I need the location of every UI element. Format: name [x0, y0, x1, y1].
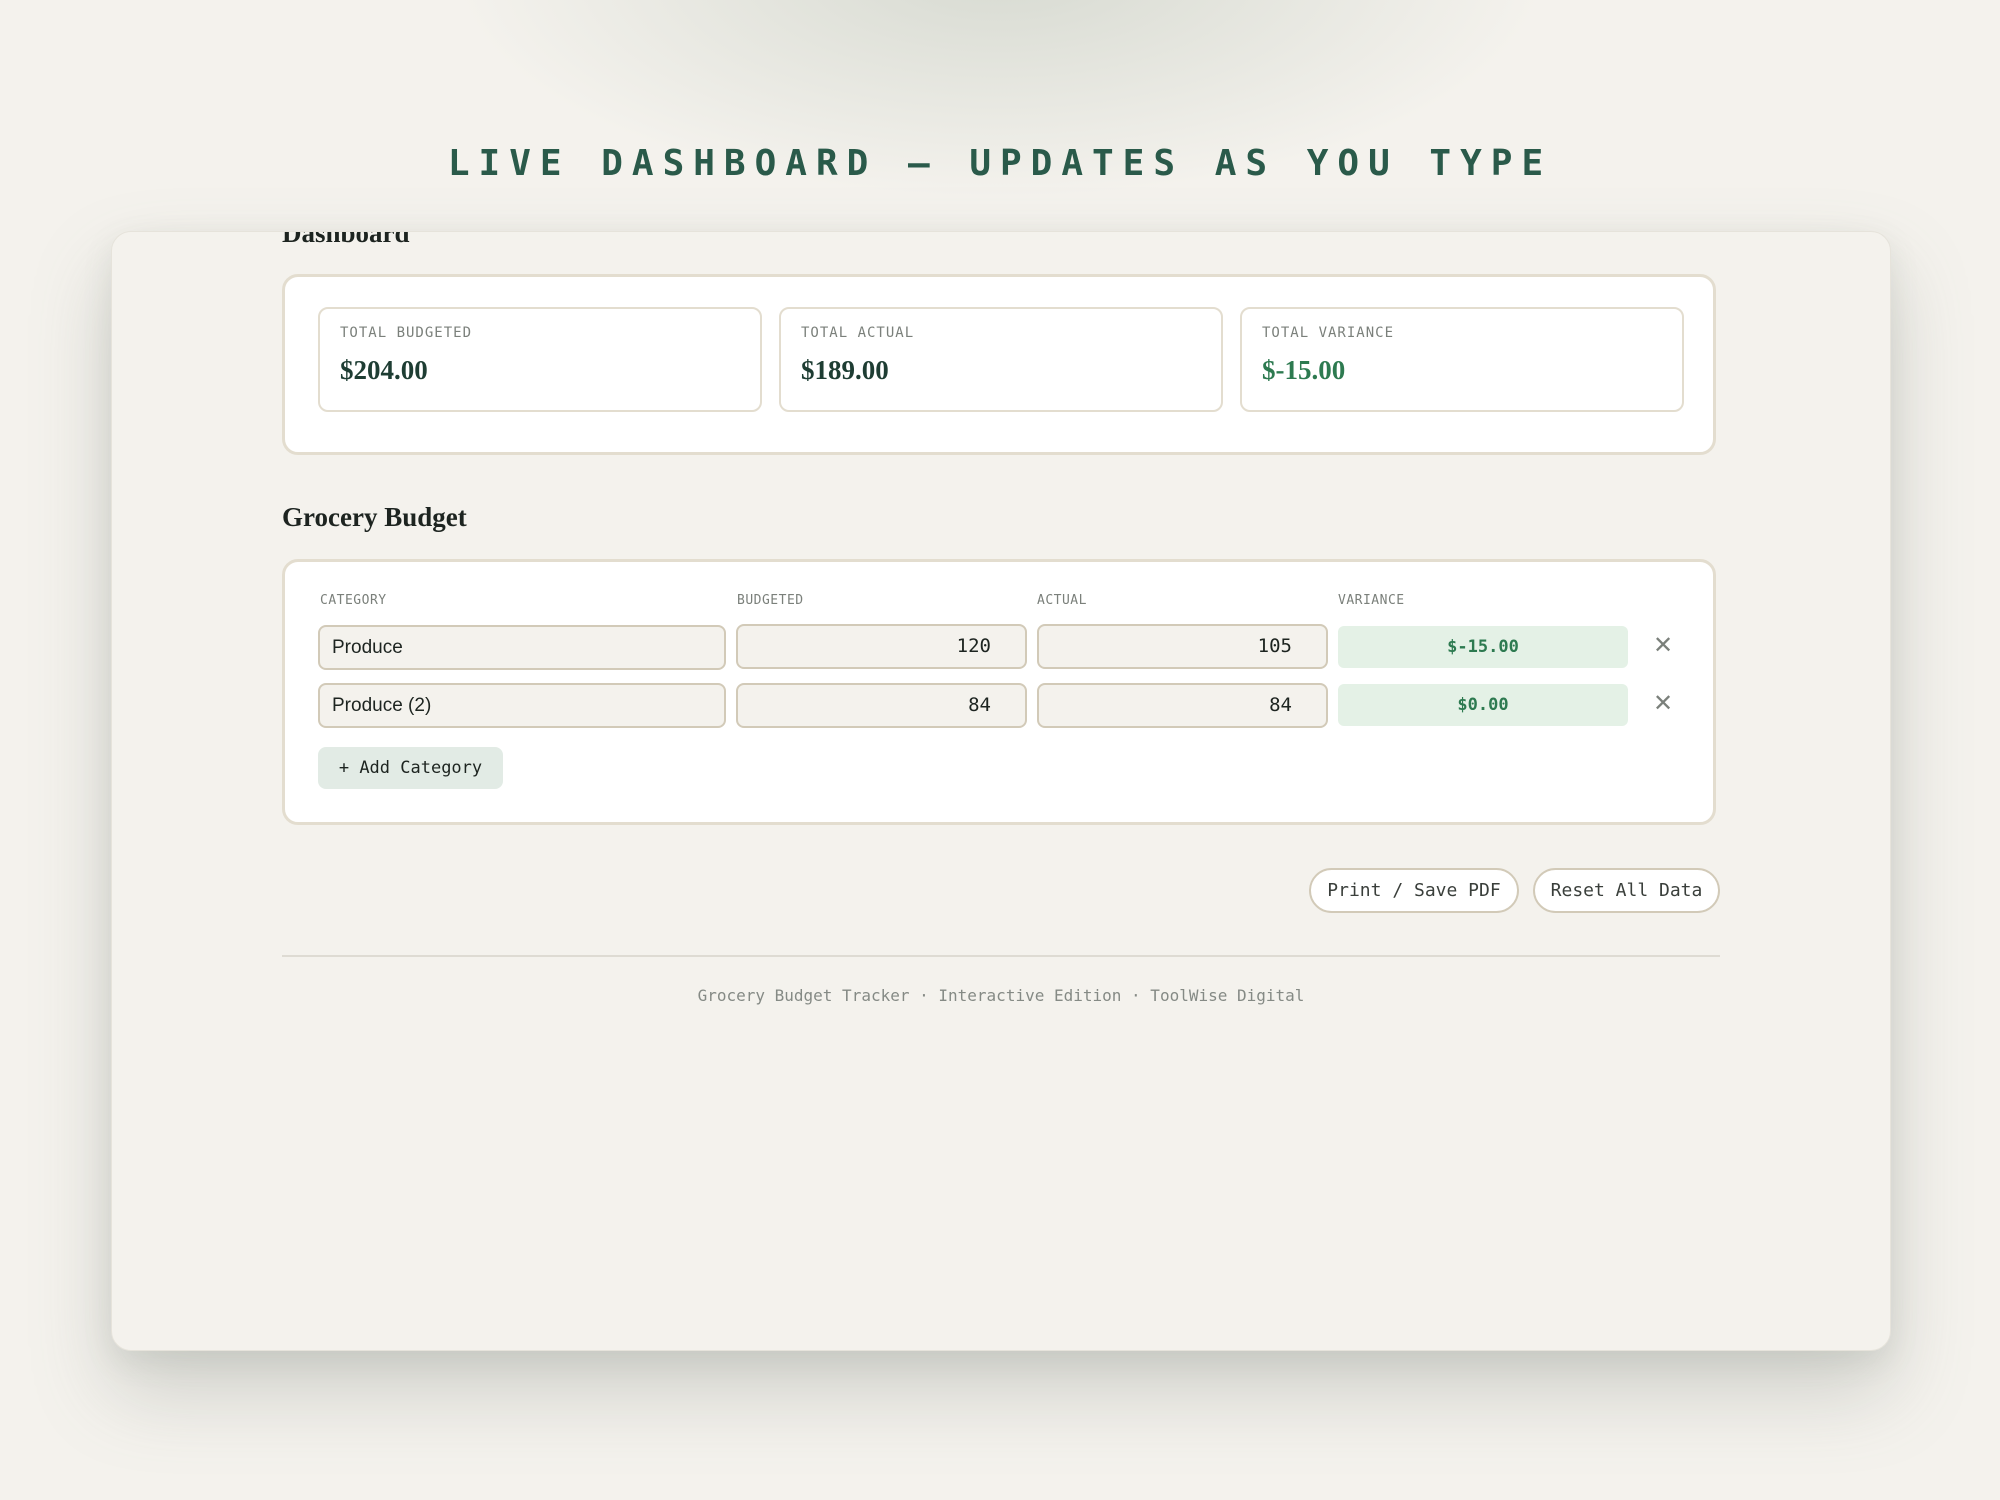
- column-header-variance: VARIANCE: [1338, 593, 1405, 608]
- budgeted-input[interactable]: 120: [736, 624, 1027, 669]
- budget-table-panel: CATEGORY BUDGETED ACTUAL VARIANCE Produc…: [282, 559, 1716, 825]
- footer-text: Grocery Budget Tracker · Interactive Edi…: [697, 986, 1305, 1005]
- column-header-actual: ACTUAL: [1037, 593, 1087, 608]
- total-variance-card: TOTAL VARIANCE $-15.00: [1240, 307, 1684, 412]
- reset-all-data-button[interactable]: Reset All Data: [1533, 868, 1720, 913]
- actual-input[interactable]: 84: [1037, 683, 1328, 728]
- total-variance-label: TOTAL VARIANCE: [1262, 325, 1395, 341]
- total-actual-label: TOTAL ACTUAL: [801, 325, 915, 341]
- live-dashboard-banner: LIVE DASHBOARD — UPDATES AS YOU TYPE: [447, 143, 1553, 184]
- print-save-pdf-button[interactable]: Print / Save PDF: [1309, 868, 1519, 913]
- category-input[interactable]: Produce (2): [318, 683, 726, 728]
- column-header-budgeted: BUDGETED: [737, 593, 804, 608]
- close-icon[interactable]: ✕: [1648, 630, 1678, 660]
- grocery-budget-heading: Grocery Budget: [282, 502, 467, 532]
- close-icon[interactable]: ✕: [1648, 688, 1678, 718]
- category-input[interactable]: Produce: [318, 625, 726, 670]
- total-actual-value: $189.00: [801, 355, 889, 385]
- total-budgeted-value: $204.00: [340, 355, 428, 385]
- column-header-category: CATEGORY: [320, 593, 387, 608]
- total-actual-card: TOTAL ACTUAL $189.00: [779, 307, 1223, 412]
- dashboard-heading: Dashboard: [282, 231, 410, 248]
- variance-value: $-15.00: [1338, 626, 1628, 668]
- budgeted-input[interactable]: 84: [736, 683, 1027, 728]
- footer-divider: [282, 955, 1720, 957]
- add-category-button[interactable]: + Add Category: [318, 747, 503, 789]
- variance-value: $0.00: [1338, 684, 1628, 726]
- app-window: Dashboard TOTAL BUDGETED $204.00 TOTAL A…: [111, 231, 1891, 1351]
- total-variance-value: $-15.00: [1262, 355, 1346, 385]
- actual-input[interactable]: 105: [1037, 624, 1328, 669]
- total-budgeted-card: TOTAL BUDGETED $204.00: [318, 307, 762, 412]
- total-budgeted-label: TOTAL BUDGETED: [340, 325, 473, 341]
- dashboard-panel: TOTAL BUDGETED $204.00 TOTAL ACTUAL $189…: [282, 274, 1716, 455]
